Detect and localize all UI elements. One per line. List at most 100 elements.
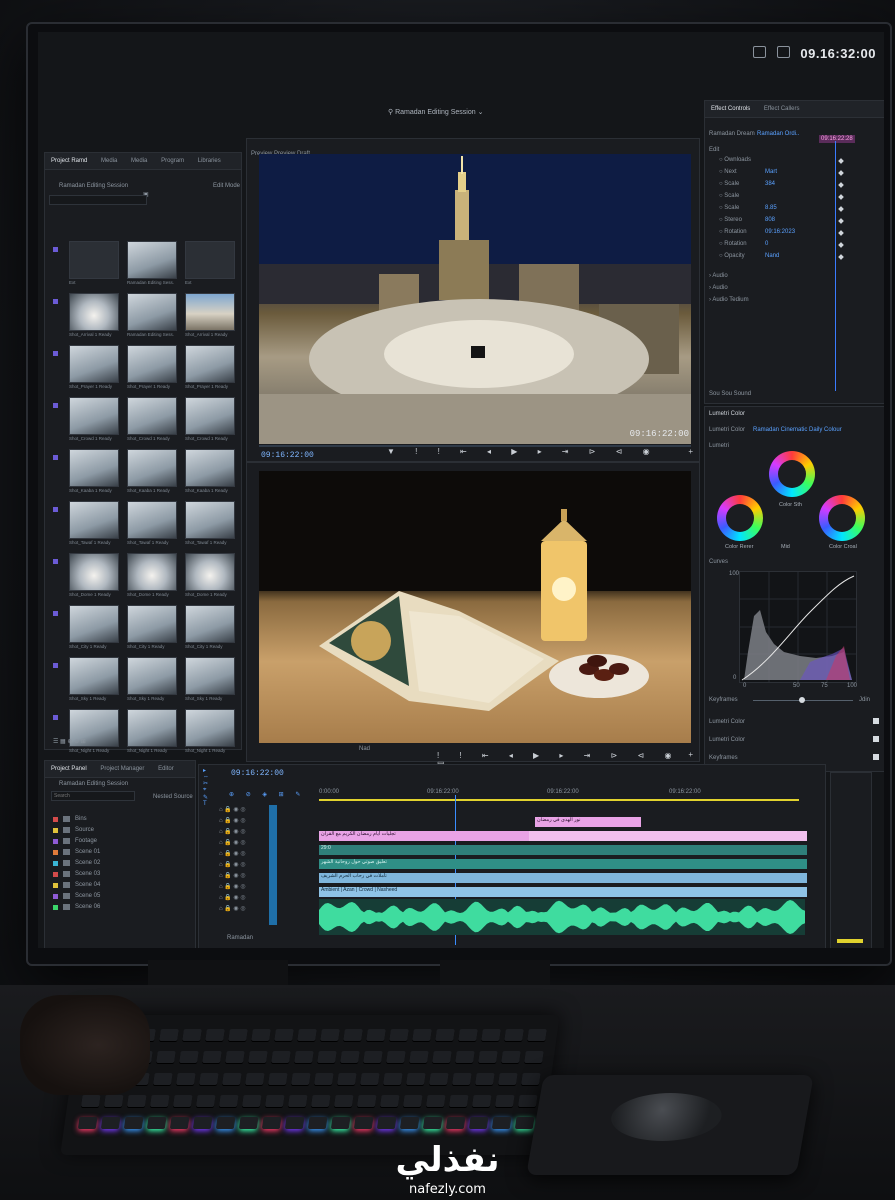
project-thumbnail[interactable]	[185, 605, 235, 643]
clip-title-3[interactable]	[529, 831, 807, 841]
keyboard-key[interactable]	[409, 1051, 429, 1063]
effect-property-value[interactable]: 808	[765, 217, 775, 223]
effect-property-name[interactable]: ○ Opacity	[719, 253, 745, 259]
keyframe-diamond-icon[interactable]	[838, 218, 844, 224]
keyboard-key[interactable]	[521, 1073, 541, 1085]
keyboard-key[interactable]	[182, 1029, 202, 1041]
keyframe-diamond-icon[interactable]	[838, 242, 844, 248]
keyboard-key[interactable]	[445, 1117, 466, 1129]
project-thumbnail[interactable]	[69, 657, 119, 695]
keyboard-key[interactable]	[146, 1117, 167, 1129]
color-wheel-highlights[interactable]	[819, 495, 865, 541]
project-thumbnail[interactable]	[127, 605, 177, 643]
keyboard-key[interactable]	[100, 1117, 121, 1129]
audio-waveform-track[interactable]	[319, 899, 805, 935]
keyboard-key[interactable]	[80, 1095, 101, 1107]
tab-project-manager[interactable]: Project Manager	[94, 761, 150, 772]
keyboard-key[interactable]	[425, 1095, 446, 1107]
bin-item[interactable]: Scene 04	[75, 882, 100, 888]
keyboard-key[interactable]	[340, 1051, 360, 1063]
keyboard-key[interactable]	[222, 1073, 242, 1085]
keyframe-diamond-icon[interactable]	[838, 182, 844, 188]
project-thumbnail[interactable]	[127, 449, 177, 487]
keyboard-key[interactable]	[504, 1029, 524, 1041]
workspace-icon[interactable]	[777, 46, 790, 58]
window-icon[interactable]	[753, 46, 766, 58]
effect-property-value[interactable]: 0	[765, 241, 768, 247]
project-thumbnail[interactable]	[69, 397, 119, 435]
keyboard-key[interactable]	[455, 1051, 475, 1063]
project-thumbnail[interactable]	[127, 293, 177, 331]
effect-source-value[interactable]: Ramadan Ordi..	[757, 131, 799, 137]
keyboard-key[interactable]	[176, 1073, 196, 1085]
effect-property-name[interactable]: ○ Scale	[719, 181, 739, 187]
effect-property-name[interactable]: ○ Rotation	[719, 241, 747, 247]
keyboard-key[interactable]	[432, 1051, 452, 1063]
effect-group[interactable]: › Audio	[709, 273, 728, 279]
effect-property-name[interactable]: ○ Ownloads	[719, 157, 751, 163]
keyboard-key[interactable]	[498, 1073, 518, 1085]
keyframe-diamond-icon[interactable]	[838, 254, 844, 260]
keyboard-key[interactable]	[379, 1095, 400, 1107]
keyboard-key[interactable]	[195, 1095, 216, 1107]
effect-group[interactable]: › Audio Tedium	[709, 297, 749, 303]
color-wheel-midtones[interactable]	[717, 495, 763, 541]
keyboard-key[interactable]	[356, 1095, 377, 1107]
effect-property-name[interactable]: ○ Next	[719, 169, 737, 175]
keyboard-key[interactable]	[215, 1117, 236, 1129]
clip-video-2[interactable]: تعليق صوتي حول روحانية الشهر	[319, 859, 807, 869]
project-thumbnail[interactable]	[127, 501, 177, 539]
keyboard-key[interactable]	[343, 1029, 363, 1041]
tab-media-2[interactable]: Media	[125, 153, 153, 164]
bin-item[interactable]: Footage	[75, 838, 97, 844]
bin-item[interactable]: Scene 02	[75, 860, 100, 866]
keyboard-key[interactable]	[471, 1095, 492, 1107]
keyboard-key[interactable]	[330, 1117, 351, 1129]
keyboard-key[interactable]	[386, 1051, 406, 1063]
effect-playhead[interactable]	[835, 141, 836, 391]
keyboard-key[interactable]	[248, 1051, 268, 1063]
keyboard-key[interactable]	[238, 1117, 259, 1129]
effect-property-value[interactable]: Mart	[765, 169, 777, 175]
track-headers[interactable]: ⌂ 🔒 ◉ ◎ ⌂ 🔒 ◉ ◎ ⌂ 🔒 ◉ ◎ ⌂ 🔒 ◉ ◎ ⌂ 🔒 ◉ ◎ ⌂ 🔒 ◉…	[219, 805, 246, 915]
keyboard-key[interactable]	[422, 1117, 443, 1129]
effect-property-value[interactable]: 8.85	[765, 205, 777, 211]
tab-media[interactable]: Media	[95, 153, 123, 164]
effect-property-name[interactable]: ○ Scale	[719, 205, 739, 211]
project-thumbnail[interactable]	[185, 501, 235, 539]
keyboard-key[interactable]	[310, 1095, 331, 1107]
keyboard-key[interactable]	[271, 1051, 291, 1063]
project-thumbnail[interactable]	[185, 657, 235, 695]
timeline-tab[interactable]: 09:16:22:00	[231, 769, 284, 778]
tab-editor[interactable]: Editor	[152, 761, 180, 772]
bin-item[interactable]: Source	[75, 827, 94, 833]
keyboard-key[interactable]	[192, 1117, 213, 1129]
clip-video-1[interactable]: 29:0	[319, 845, 807, 855]
clip-audio-label[interactable]: Ambient | Azan | Crowd | Nasheed	[319, 887, 807, 897]
curves-graph[interactable]	[739, 571, 857, 683]
jog-wheel-knob[interactable]	[607, 1093, 726, 1141]
keyframe-diamond-icon[interactable]	[838, 194, 844, 200]
keyboard-key[interactable]	[501, 1051, 521, 1063]
keyboard-key[interactable]	[205, 1029, 225, 1041]
keyboard-key[interactable]	[402, 1095, 423, 1107]
lumetri-preset-select[interactable]: Ramadan Cinematic Daily Colour	[753, 427, 842, 433]
keyboard-key[interactable]	[261, 1117, 282, 1129]
project-thumbnail[interactable]	[127, 397, 177, 435]
keyboard-key[interactable]	[307, 1117, 328, 1129]
keyboard-key[interactable]	[251, 1029, 271, 1041]
project-thumbnail[interactable]	[185, 553, 235, 591]
project-thumbnail[interactable]	[127, 657, 177, 695]
session-title[interactable]: ⚲ Ramadan Editing Session ⌄	[388, 108, 483, 116]
keyboard-key[interactable]	[360, 1073, 380, 1085]
keyboard-key[interactable]	[202, 1051, 222, 1063]
list-view-icon[interactable]: ☰ ▦ ⊕ ⊖ ⊞	[53, 738, 86, 745]
project-thumbnail[interactable]	[127, 345, 177, 383]
keyboard-key[interactable]	[389, 1029, 409, 1041]
keyboard-key[interactable]	[103, 1095, 124, 1107]
keyboard-key[interactable]	[225, 1051, 245, 1063]
keyboard-key[interactable]	[481, 1029, 501, 1041]
keyboard-key[interactable]	[156, 1051, 176, 1063]
keyboard-key[interactable]	[199, 1073, 219, 1085]
project-thumbnail[interactable]	[69, 293, 119, 331]
